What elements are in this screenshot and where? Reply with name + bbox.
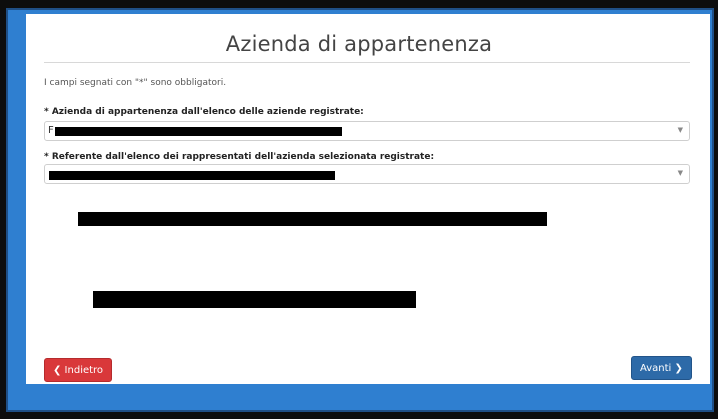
back-button[interactable]: ❮ Indietro <box>44 358 113 382</box>
company-select-value: F <box>48 125 54 136</box>
chevron-down-icon: ▼ <box>677 126 683 134</box>
company-field-label: * Azienda di appartenenza dall'elenco de… <box>44 107 364 117</box>
redaction-block <box>78 212 547 226</box>
chevron-down-icon: ▼ <box>677 169 683 177</box>
referent-field-label: * Referente dall'elenco dei rappresentat… <box>44 152 435 162</box>
next-button[interactable]: Avanti ❯ <box>631 356 692 380</box>
referent-select[interactable]: ▼ <box>44 164 690 184</box>
redaction-bar <box>49 171 335 180</box>
title-divider <box>44 62 690 63</box>
page-title: Azienda di appartenenza <box>225 32 493 56</box>
required-fields-hint: I campi segnati con "*" sono obbligatori… <box>44 78 227 88</box>
redaction-block <box>93 291 416 308</box>
redaction-bar <box>55 127 342 136</box>
company-select[interactable]: F ▼ <box>44 121 690 141</box>
form-panel <box>26 14 710 384</box>
